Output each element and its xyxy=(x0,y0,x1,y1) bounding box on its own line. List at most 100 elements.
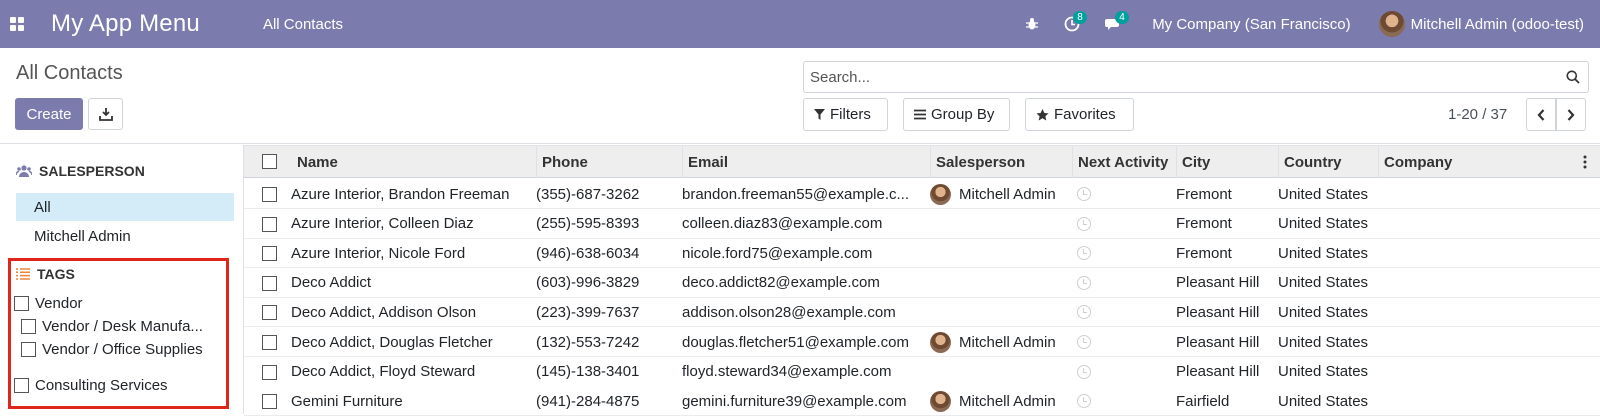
salesperson-cell[interactable] xyxy=(925,357,1067,387)
column-header-name[interactable]: Name xyxy=(292,146,536,178)
next-activity-cell[interactable] xyxy=(1067,268,1171,298)
favorites-button[interactable]: Favorites xyxy=(1025,98,1134,131)
salesperson-cell[interactable] xyxy=(925,238,1067,268)
city-cell[interactable]: Pleasant Hill xyxy=(1171,327,1273,357)
phone-cell[interactable]: (145)-138-3401 xyxy=(531,357,677,387)
column-header-phone[interactable]: Phone xyxy=(536,146,682,178)
next-activity-cell[interactable] xyxy=(1067,209,1171,239)
phone-cell[interactable]: (355)-687-3262 xyxy=(531,179,677,209)
filters-button[interactable]: Filters xyxy=(803,98,888,131)
salesperson-cell[interactable]: Mitchell Admin xyxy=(925,179,1067,209)
next-activity-cell[interactable] xyxy=(1067,238,1171,268)
search-input[interactable] xyxy=(810,68,1558,86)
name-cell[interactable]: Azure Interior, Nicole Ford xyxy=(286,238,536,268)
activity-clock-icon[interactable] xyxy=(1077,246,1091,261)
company-cell[interactable] xyxy=(1373,238,1573,268)
phone-cell[interactable]: (946)-638-6034 xyxy=(531,238,677,268)
tag-vendor-desk-manufacturers[interactable]: Vendor / Desk Manufa... xyxy=(21,318,203,335)
column-header-company[interactable]: Company xyxy=(1378,146,1578,178)
salesperson-cell[interactable] xyxy=(925,268,1067,298)
activity-clock-icon[interactable] xyxy=(1077,364,1091,379)
search-icon[interactable] xyxy=(1558,70,1588,84)
activity-clock-icon[interactable] xyxy=(1077,216,1091,231)
email-cell[interactable]: floyd.steward34@example.com xyxy=(677,357,925,387)
row-checkbox[interactable] xyxy=(262,275,277,291)
table-row[interactable]: Azure Interior, Nicole Ford (946)-638-603… xyxy=(244,238,1600,269)
column-header-city[interactable]: City xyxy=(1176,146,1278,178)
next-activity-cell[interactable] xyxy=(1067,297,1171,327)
company-cell[interactable] xyxy=(1373,268,1573,298)
city-cell[interactable]: Fremont xyxy=(1171,209,1273,239)
row-checkbox[interactable] xyxy=(262,364,277,380)
tag-checkbox[interactable] xyxy=(14,378,29,393)
user-menu[interactable]: Mitchell Admin (odoo-test) xyxy=(1411,16,1584,33)
country-cell[interactable]: United States xyxy=(1273,357,1373,387)
company-cell[interactable] xyxy=(1373,179,1573,209)
table-row[interactable]: Deco Addict, Addison Olson (223)-399-7637… xyxy=(244,297,1600,328)
name-cell[interactable]: Deco Addict xyxy=(286,268,536,298)
tag-consulting-services[interactable]: Consulting Services xyxy=(14,377,168,394)
salesperson-cell[interactable]: Mitchell Admin xyxy=(925,327,1067,357)
email-cell[interactable]: deco.addict82@example.com xyxy=(677,268,925,298)
country-cell[interactable]: United States xyxy=(1273,179,1373,209)
name-cell[interactable]: Gemini Furniture xyxy=(286,386,536,416)
salesperson-cell[interactable]: Mitchell Admin xyxy=(925,386,1067,416)
next-activity-cell[interactable] xyxy=(1067,357,1171,387)
salesperson-cell[interactable] xyxy=(925,297,1067,327)
email-cell[interactable]: colleen.diaz83@example.com xyxy=(677,209,925,239)
row-checkbox[interactable] xyxy=(262,305,277,321)
select-all-checkbox[interactable] xyxy=(262,154,277,169)
row-checkbox[interactable] xyxy=(262,335,277,350)
pager-next-button[interactable] xyxy=(1556,98,1586,131)
salesperson-item-all[interactable]: All xyxy=(16,193,234,221)
country-cell[interactable]: United States xyxy=(1273,238,1373,268)
column-header-salesperson[interactable]: Salesperson xyxy=(930,146,1072,178)
nav-link-all-contacts[interactable]: All Contacts xyxy=(263,16,343,33)
city-cell[interactable]: Fremont xyxy=(1171,179,1273,209)
row-checkbox[interactable] xyxy=(262,187,277,202)
table-row[interactable]: Azure Interior, Colleen Diaz (255)-595-83… xyxy=(244,208,1600,239)
pager-value[interactable]: 1-20 / 37 xyxy=(1448,106,1507,123)
city-cell[interactable]: Pleasant Hill xyxy=(1171,268,1273,298)
phone-cell[interactable]: (603)-996-3829 xyxy=(531,268,677,298)
messages-chat-icon[interactable]: 4 xyxy=(1102,0,1129,48)
phone-cell[interactable]: (941)-284-4875 xyxy=(531,386,677,416)
activity-clock-icon[interactable] xyxy=(1077,394,1091,409)
email-cell[interactable]: douglas.fletcher51@example.com xyxy=(677,327,925,357)
name-cell[interactable]: Deco Addict, Douglas Fletcher xyxy=(286,327,536,357)
tag-checkbox[interactable] xyxy=(21,319,36,334)
optional-columns-toggle-icon[interactable] xyxy=(1578,146,1600,178)
country-cell[interactable]: United States xyxy=(1273,268,1373,298)
phone-cell[interactable]: (223)-399-7637 xyxy=(531,297,677,327)
tag-vendor-office-supplies[interactable]: Vendor / Office Supplies xyxy=(21,341,203,358)
debug-bug-icon[interactable] xyxy=(1020,0,1044,48)
tag-checkbox[interactable] xyxy=(14,296,29,311)
table-row[interactable]: Deco Addict, Floyd Steward (145)-138-3401… xyxy=(244,357,1600,387)
tag-checkbox[interactable] xyxy=(21,342,36,357)
activity-clock-icon[interactable] xyxy=(1077,335,1091,349)
column-header-next-activity[interactable]: Next Activity xyxy=(1072,146,1176,178)
salesperson-cell[interactable] xyxy=(925,209,1067,239)
name-cell[interactable]: Deco Addict, Addison Olson xyxy=(286,297,536,327)
row-checkbox[interactable] xyxy=(262,216,277,232)
city-cell[interactable]: Pleasant Hill xyxy=(1171,357,1273,387)
city-cell[interactable]: Pleasant Hill xyxy=(1171,297,1273,327)
salesperson-item-mitchell-admin[interactable]: Mitchell Admin xyxy=(16,222,234,250)
column-header-email[interactable]: Email xyxy=(682,146,930,178)
table-row[interactable]: Azure Interior, Brandon Freeman (355)-687… xyxy=(244,179,1600,209)
name-cell[interactable]: Azure Interior, Colleen Diaz xyxy=(286,209,536,239)
create-button[interactable]: Create xyxy=(15,98,83,130)
email-cell[interactable]: nicole.ford75@example.com xyxy=(677,238,925,268)
name-cell[interactable]: Azure Interior, Brandon Freeman xyxy=(286,179,536,209)
country-cell[interactable]: United States xyxy=(1273,209,1373,239)
app-title[interactable]: My App Menu xyxy=(51,10,200,38)
table-row[interactable]: Deco Addict, Douglas Fletcher (132)-553-7… xyxy=(244,327,1600,357)
user-avatar[interactable] xyxy=(1378,11,1405,37)
name-cell[interactable]: Deco Addict, Floyd Steward xyxy=(286,357,536,387)
company-cell[interactable] xyxy=(1373,386,1573,416)
table-row[interactable]: Gemini Furniture (941)-284-4875 gemini.fur… xyxy=(244,386,1600,416)
row-checkbox[interactable] xyxy=(262,246,277,262)
next-activity-cell[interactable] xyxy=(1067,327,1171,357)
country-cell[interactable]: United States xyxy=(1273,327,1373,357)
next-activity-cell[interactable] xyxy=(1067,386,1171,416)
